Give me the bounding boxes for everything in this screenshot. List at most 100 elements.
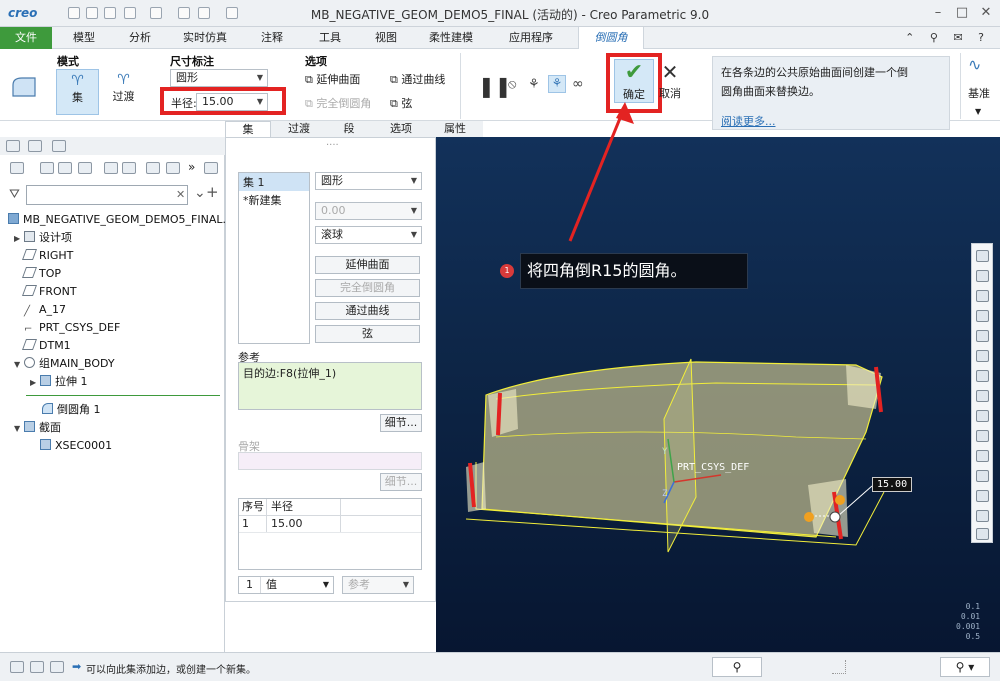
tree-item-root[interactable]: MB_NEGATIVE_GEOM_DEMO5_FINAL.PR <box>8 211 240 229</box>
tree-item-right[interactable]: RIGHT <box>21 247 73 265</box>
save-icon[interactable] <box>104 7 116 19</box>
new-set-item[interactable]: *新建集 <box>239 191 309 209</box>
tree-table-icon[interactable] <box>146 162 160 174</box>
tree-item-axis[interactable]: ╱ A_17 <box>24 301 66 319</box>
full-round-option[interactable]: ⧉ 完全倒圆角 <box>305 95 371 111</box>
radius-reference-dropdown[interactable]: 参考 ▼ <box>342 576 414 594</box>
tree-item-extrude[interactable]: ▶ 拉伸 1 <box>30 373 88 391</box>
windows-icon[interactable] <box>198 7 210 19</box>
menu-round-active[interactable]: 倒圆角 <box>578 27 644 50</box>
radius-dimension-label[interactable]: 15.00 <box>872 477 913 492</box>
tab-properties[interactable]: 属性 <box>429 121 481 137</box>
set-mode-button[interactable]: ♈ 集 <box>56 69 99 115</box>
tree-filter-icon[interactable] <box>40 162 54 174</box>
tree-doc-icon[interactable] <box>204 162 218 174</box>
extend-surfaces-option[interactable]: ⧉ 延伸曲面 <box>305 71 360 87</box>
tree-layers-icon[interactable] <box>122 162 136 174</box>
shape-dropdown[interactable]: 圆形 ▼ <box>170 69 268 87</box>
find-icon[interactable]: ⚲ <box>712 657 762 677</box>
new-file-icon[interactable] <box>68 7 80 19</box>
regenerate-icon[interactable] <box>178 7 190 19</box>
no-preview-icon[interactable]: ⦸ <box>508 77 516 92</box>
resize-grip[interactable] <box>832 660 846 674</box>
close-window-icon[interactable] <box>226 7 238 19</box>
tree-sort-icon[interactable] <box>104 162 118 174</box>
tree-search-input[interactable] <box>26 185 188 205</box>
references-collector[interactable]: 目的边:F8(拉伸_1) <box>238 362 422 410</box>
point-display-icon[interactable] <box>976 450 989 462</box>
more-chevron-icon[interactable]: » <box>188 160 195 174</box>
tree-item-front[interactable]: FRONT <box>21 283 77 301</box>
model-geometry[interactable] <box>436 137 1000 652</box>
panel-grip[interactable]: ···· <box>326 140 339 151</box>
transition-mode-button[interactable]: ♈ 过渡 <box>102 69 145 115</box>
pause-display-icon[interactable] <box>976 510 989 522</box>
folder-browser-icon[interactable] <box>28 140 42 152</box>
radius-value-type[interactable]: 1 值 ▼ <box>238 576 334 594</box>
tree-item-round[interactable]: 倒圆角 1 <box>42 401 101 419</box>
menu-applications[interactable]: 应用程序 <box>498 27 564 49</box>
refit-icon[interactable] <box>976 250 989 262</box>
skeleton-details-button[interactable]: 细节... <box>380 473 422 491</box>
table-row[interactable]: 1 15.00 <box>239 516 421 533</box>
set-shape-dropdown[interactable]: 圆形 ▼ <box>315 172 422 190</box>
radius-input[interactable]: 15.00 ▼ <box>196 93 268 111</box>
maximize-icon[interactable]: □ <box>954 5 970 21</box>
saved-views-icon[interactable] <box>976 350 989 362</box>
menu-simulation[interactable]: 实时仿真 <box>172 27 238 49</box>
extend-surfaces-button[interactable]: 延伸曲面 <box>315 256 420 274</box>
datum-icon[interactable]: ∿ <box>968 55 981 74</box>
references-details-button[interactable]: 细节... <box>380 414 422 432</box>
tree-item-top[interactable]: TOP <box>21 265 61 283</box>
tree-item-dtm1[interactable]: DTM1 <box>21 337 71 355</box>
toggle-navigator-icon[interactable] <box>10 661 24 673</box>
tree-item-design-items[interactable]: ▶ 设计项 <box>14 229 72 247</box>
set-value-dropdown[interactable]: 0.00 ▼ <box>315 202 422 220</box>
chord-button[interactable]: 弦 <box>315 325 420 343</box>
display-style-icon[interactable] <box>976 330 989 342</box>
search-next-icon[interactable]: ⌄ <box>194 185 206 201</box>
set-list[interactable]: 集 1 *新建集 <box>238 172 310 344</box>
chord-option[interactable]: ⧉ 弦 <box>390 95 412 111</box>
undo-icon[interactable] <box>124 7 136 19</box>
menu-annotate[interactable]: 注释 <box>246 27 298 49</box>
redo-icon[interactable] <box>150 7 162 19</box>
axis-display-icon[interactable] <box>976 430 989 442</box>
through-curve-option[interactable]: ⧉ 通过曲线 <box>390 71 445 87</box>
set-list-item[interactable]: 集 1 <box>239 173 309 191</box>
menu-model[interactable]: 模型 <box>58 27 110 49</box>
verify-mode-icon[interactable]: ∞ <box>572 76 584 92</box>
connected-preview-icon[interactable]: ⚘ <box>548 75 566 93</box>
menu-analysis[interactable]: 分析 <box>114 27 166 49</box>
cancel-button[interactable]: ✕ 取消 <box>658 59 682 101</box>
tree-columns-icon[interactable] <box>58 162 72 174</box>
menu-tools[interactable]: 工具 <box>304 27 356 49</box>
tab-segment[interactable]: 段 <box>325 121 373 137</box>
tab-transition[interactable]: 过渡 <box>275 121 323 137</box>
tree-item-group-main-body[interactable]: ▼ 组MAIN_BODY <box>14 355 115 373</box>
browser-icon[interactable] <box>30 661 44 673</box>
learn-more-link[interactable]: 阅读更多... <box>721 113 941 129</box>
separate-preview-icon[interactable]: ⚘ <box>528 77 540 92</box>
full-round-button[interactable]: 完全倒圆角 <box>315 279 420 297</box>
repaint-icon[interactable] <box>976 310 989 322</box>
through-curve-button[interactable]: 通过曲线 <box>315 302 420 320</box>
tree-settings-icon[interactable] <box>78 162 92 174</box>
add-filter-icon[interactable]: + <box>206 183 219 201</box>
favorites-icon[interactable] <box>52 140 66 152</box>
annotation-display-icon[interactable] <box>976 490 989 502</box>
model-tree-tab-icon[interactable] <box>6 140 20 152</box>
selection-filter-dropdown[interactable]: ⚲ ▾ <box>940 657 990 677</box>
clear-search-icon[interactable]: ✕ <box>176 188 185 201</box>
menu-view[interactable]: 视图 <box>360 27 412 49</box>
csys-display-icon[interactable] <box>976 470 989 482</box>
tree-item-sections[interactable]: ▼ 截面 <box>14 419 61 437</box>
perspective-icon[interactable] <box>976 390 989 402</box>
graphics-viewport[interactable]: PRT_CSYS_DEF Y Z 15.00 1 将四角倒R15的圆角。 0.1… <box>436 137 1000 652</box>
zoom-out-icon[interactable] <box>976 290 989 302</box>
tree-item-csys[interactable]: ⌐ PRT_CSYS_DEF <box>24 319 120 337</box>
menu-flexible-modeling[interactable]: 柔性建模 <box>418 27 484 49</box>
close-icon[interactable]: ✕ <box>978 5 994 21</box>
fullscreen-icon[interactable] <box>50 661 64 673</box>
pause-icon[interactable]: ❚❚ <box>478 74 512 98</box>
